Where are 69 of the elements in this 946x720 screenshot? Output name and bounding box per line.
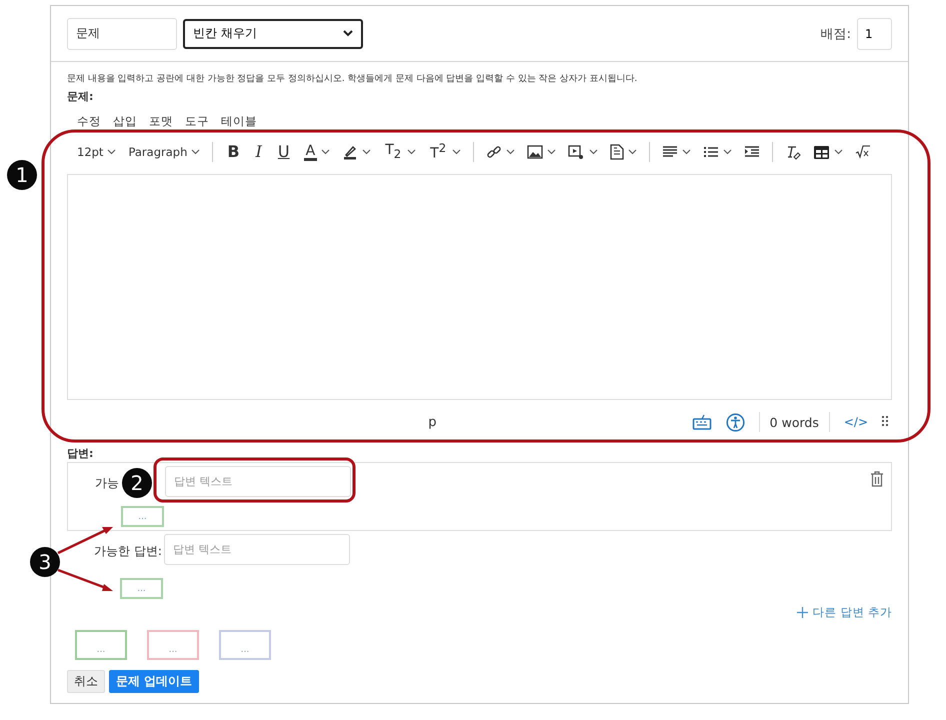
source-code-button[interactable]: </> [844,415,868,429]
script-button[interactable]: T$^{2}$ [428,143,448,161]
caret-icon[interactable] [191,149,200,155]
word-count: 0 words [770,414,819,430]
caret-icon[interactable] [589,149,598,155]
menu-item[interactable]: 삽입 [109,112,141,131]
menu-item[interactable]: 수정 [73,112,105,131]
menu-item[interactable]: 테이블 [217,112,261,131]
blank-tag: ... [219,630,271,660]
link-icon[interactable] [486,144,502,160]
caret-icon[interactable] [682,149,692,155]
menu-item[interactable]: 포맷 [145,112,177,131]
arrow [58,568,113,591]
instructions-text: 문제 내용을 입력하고 공란에 대한 가능한 정답을 모두 정의하십시오. 학생들에게 문제 다음에 답변을 입력할 수 있는 작은 상자가 표시됩니다. [67,73,638,85]
italic-button[interactable]: I [254,144,264,160]
chevron-down-icon [343,30,353,37]
callout-number: 2 [122,468,152,498]
highlighter-icon[interactable] [342,144,358,160]
caret-icon[interactable] [452,149,462,155]
script-button[interactable]: T$_{2}$ [383,143,404,161]
caret-icon[interactable] [834,149,844,155]
answer-label: 가능 [95,476,119,490]
square-root-icon[interactable] [855,145,872,159]
clear-format-icon[interactable] [785,144,802,160]
bold-button[interactable]: B [225,144,242,160]
caret-icon[interactable] [362,149,372,155]
resize-handle-icon[interactable] [882,415,888,429]
underline-button[interactable]: U [276,144,292,160]
caret-icon[interactable] [547,149,556,155]
answer-text-field[interactable]: 답변 텍스트 [165,466,351,497]
indent-icon[interactable] [744,145,760,159]
caret-icon[interactable] [506,149,516,155]
bullet-list-icon[interactable] [703,145,720,159]
blank-marker: ... [121,506,164,527]
plus-icon [796,607,808,618]
trash-icon[interactable] [870,471,884,487]
update-button[interactable]: 문제 업데이트 [109,670,200,693]
align-icon[interactable] [662,145,678,159]
question-title-field[interactable]: 문제 [67,18,177,50]
accessibility-icon[interactable] [726,412,745,432]
caret-icon[interactable] [407,149,416,155]
cancel-button[interactable]: 취소 [67,670,105,693]
caret-icon[interactable] [107,149,116,155]
video-icon[interactable] [568,144,586,160]
points-label: 배점: [820,26,851,42]
document-icon[interactable] [610,144,624,160]
answer-text-field[interactable]: 답변 텍스트 [164,534,350,565]
points-field[interactable]: 1 [857,18,892,50]
dropdown-button[interactable]: 12pt [77,145,104,159]
table-icon[interactable] [813,144,830,160]
blank-marker: ... [120,578,163,599]
text-color-button[interactable]: A [304,144,318,160]
caret-icon[interactable] [321,149,330,155]
element-path: p [427,414,438,430]
question-type-select[interactable]: 빈칸 채우기 [183,18,363,48]
question-label: 문제: [67,89,94,104]
blank-tag: ... [75,630,127,660]
answer-label: 가능한 답변: [94,544,162,558]
answers-label: 답변: [67,446,94,462]
caret-icon[interactable] [628,149,638,155]
caret-icon[interactable] [723,149,732,155]
menu-item[interactable]: 도구 [181,112,213,131]
image-icon[interactable] [527,145,544,159]
callout-number: 3 [30,547,60,577]
callout-number: 1 [7,160,37,190]
keyboard-icon[interactable] [692,414,712,430]
dropdown-button[interactable]: Paragraph [128,145,188,159]
blank-tag: ... [147,630,199,660]
add-answer-link[interactable]: 다른 답변 추가 [796,605,892,620]
